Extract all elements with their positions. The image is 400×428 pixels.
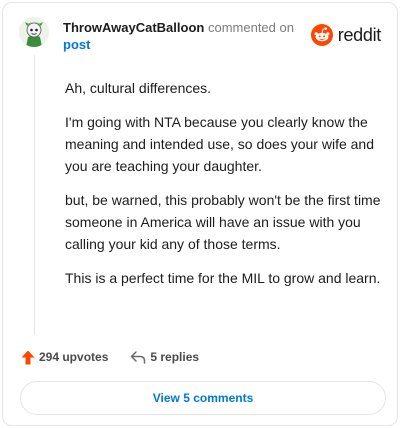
brand-wordmark: reddit	[337, 24, 382, 45]
comment-paragraph: This is a perfect time for the MIL to gr…	[65, 270, 381, 286]
reddit-logo-icon	[310, 24, 333, 46]
reddit-brand[interactable]: reddit	[310, 23, 382, 47]
post-link[interactable]: post	[63, 36, 303, 53]
comment-header: ThrowAwayCatBalloon commented on post	[63, 19, 303, 53]
upvote-button[interactable]: 294 upvotes	[21, 350, 108, 365]
thread-line	[34, 55, 35, 335]
upvote-arrow-icon	[21, 350, 35, 364]
avatar[interactable]	[19, 17, 49, 47]
action-text: commented on	[207, 20, 294, 35]
comment-paragraph: but, be warned, this probably won't be t…	[65, 192, 381, 252]
comment-paragraph: Ah, cultural differences.	[65, 80, 212, 96]
comment-card: ThrowAwayCatBalloon commented on post re…	[2, 2, 398, 426]
comment-body: Ah, cultural differences. I'm going with…	[65, 77, 383, 301]
upvote-count: 294 upvotes	[39, 350, 109, 364]
replies-button[interactable]: 5 replies	[130, 350, 199, 364]
reply-count: 5 replies	[150, 350, 200, 364]
username-link[interactable]: ThrowAwayCatBalloon	[63, 20, 204, 35]
reply-arrow-icon	[131, 350, 146, 364]
comment-paragraph: I'm going with NTA because you clearly k…	[65, 114, 374, 174]
avatar-icon	[19, 17, 49, 47]
view-comments-button[interactable]: View 5 comments	[20, 381, 386, 415]
comment-actions: 294 upvotes 5 replies	[21, 347, 199, 367]
